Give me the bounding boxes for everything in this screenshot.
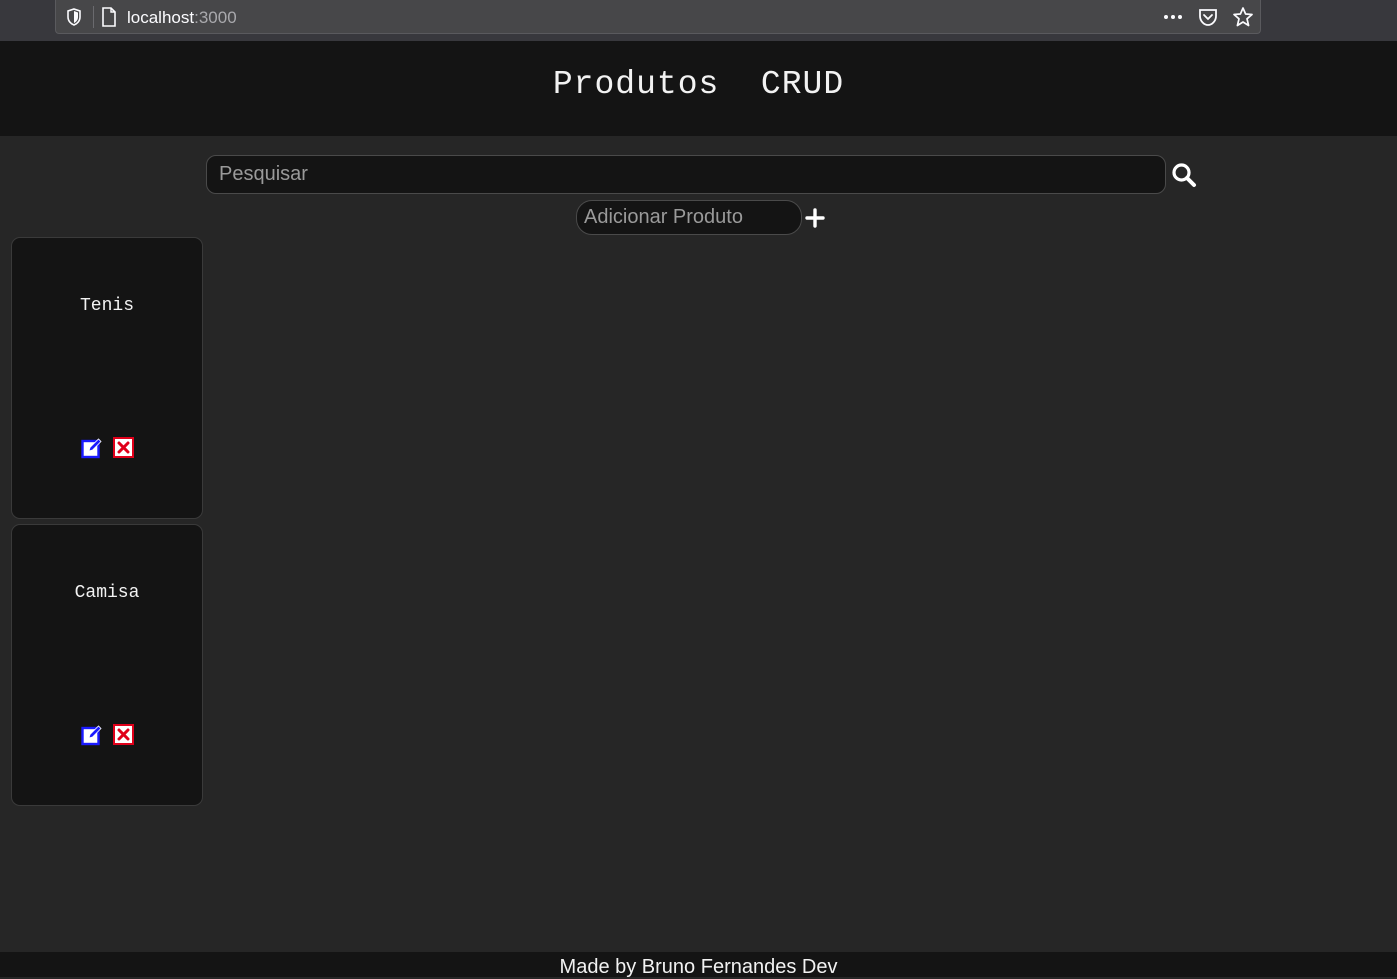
- edit-icon[interactable]: [81, 724, 103, 746]
- search-input[interactable]: [206, 155, 1166, 194]
- delete-icon[interactable]: [113, 437, 134, 458]
- search-icon[interactable]: [1170, 161, 1198, 189]
- plus-icon[interactable]: [805, 208, 825, 228]
- page-title: Produtos CRUD: [552, 66, 845, 103]
- product-name: Camisa: [74, 583, 140, 603]
- address-bar[interactable]: localhost:3000: [55, 0, 1261, 34]
- url-separator: [93, 6, 94, 28]
- add-product-input[interactable]: [576, 200, 802, 235]
- edit-icon[interactable]: [81, 437, 103, 459]
- browser-toolbar: localhost:3000: [0, 0, 1397, 41]
- url-text[interactable]: localhost:3000: [127, 8, 237, 28]
- app-footer: Made by Bruno Fernandes Dev: [0, 952, 1397, 978]
- product-card: Camisa: [11, 524, 203, 806]
- footer-credit: Made by Bruno Fernandes Dev: [559, 956, 838, 978]
- delete-icon[interactable]: [113, 724, 134, 745]
- bookmark-star-icon[interactable]: [1231, 5, 1255, 29]
- url-port: :3000: [194, 8, 237, 27]
- page-icon[interactable]: [101, 7, 117, 27]
- pocket-icon[interactable]: [1197, 6, 1219, 28]
- app-header: Produtos CRUD: [0, 41, 1397, 136]
- more-options-icon[interactable]: [1162, 8, 1184, 26]
- product-name: Tenis: [79, 296, 134, 316]
- shield-icon[interactable]: [66, 8, 82, 26]
- product-card: Tenis: [11, 237, 203, 519]
- url-host: localhost: [127, 8, 195, 27]
